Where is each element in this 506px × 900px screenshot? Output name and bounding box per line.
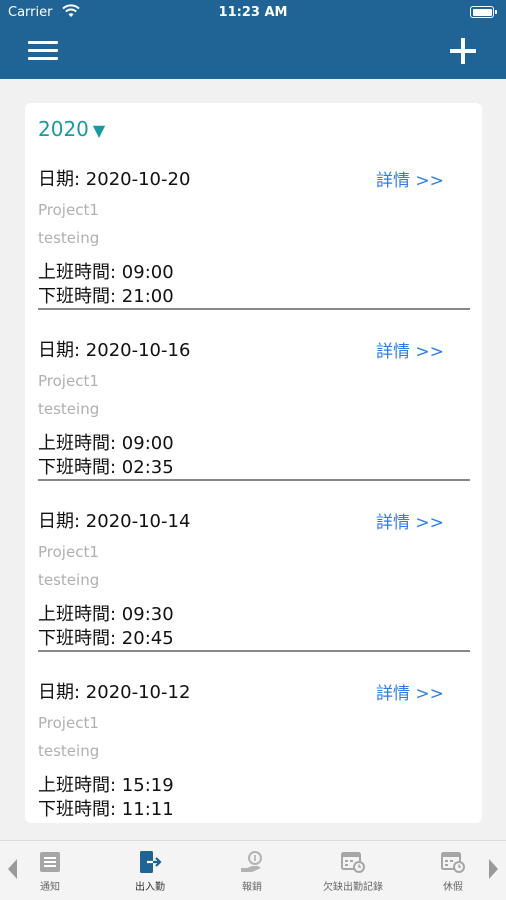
record-project: Project1 [38, 543, 99, 561]
record-note: testeing [38, 400, 100, 418]
clock-in-time: 上班時間: 15:19 [38, 775, 174, 796]
reimbursement-icon [241, 851, 262, 872]
dropdown-arrow-icon: ▼ [92, 121, 106, 140]
detail-link[interactable]: 詳情 >> [376, 166, 444, 191]
menu-bar-line [28, 57, 58, 60]
year-dropdown[interactable]: 2020 ▼ [38, 117, 105, 141]
tab-label: 出入勤 [135, 882, 165, 893]
year-value: 2020 [38, 117, 89, 141]
record-note: testeing [38, 742, 100, 760]
clock-out-time: 下班時間: 20:45 [38, 628, 174, 649]
record-project: Project1 [38, 714, 99, 732]
record-note: testeing [38, 229, 100, 247]
clock-in-time: 上班時間: 09:30 [38, 604, 174, 625]
record-project: Project1 [38, 372, 99, 390]
tab-missing-records[interactable]: 欠缺出勤記錄 [308, 849, 398, 893]
bottom-tab-bar: 通知 出入勤 報銷 欠缺出勤記錄 休假 [0, 840, 506, 900]
detail-link[interactable]: 詳情 >> [376, 679, 444, 704]
tab-label: 報銷 [242, 882, 262, 893]
tab-leave[interactable]: 休假 [408, 849, 498, 893]
app-header: Carrier 11:23 AM [0, 0, 506, 79]
menu-button[interactable] [28, 39, 58, 63]
detail-link[interactable]: 詳情 >> [376, 337, 444, 362]
menu-bar-line [28, 49, 58, 52]
tab-label: 休假 [443, 882, 463, 893]
clock-out-time: 下班時間: 11:11 [38, 799, 174, 820]
record-date: 日期: 2020-10-14 [38, 511, 191, 532]
tab-attendance[interactable]: 出入勤 [105, 849, 195, 893]
tab-notifications[interactable]: 通知 [5, 849, 95, 893]
record-date: 日期: 2020-10-12 [38, 682, 191, 703]
tab-reimbursement[interactable]: 報銷 [207, 849, 297, 893]
record-divider [38, 479, 470, 481]
status-time: 11:23 AM [218, 5, 288, 20]
clock-in-out-icon [140, 851, 162, 873]
leave-icon [441, 852, 465, 873]
record-date: 日期: 2020-10-16 [38, 340, 191, 361]
record-divider [38, 308, 470, 310]
menu-bar-line [28, 41, 58, 44]
tab-label: 通知 [40, 882, 60, 893]
record-project: Project1 [38, 201, 99, 219]
clock-out-time: 下班時間: 02:35 [38, 457, 174, 478]
clock-in-time: 上班時間: 09:00 [38, 262, 174, 283]
add-button[interactable] [450, 38, 476, 64]
detail-link[interactable]: 詳情 >> [376, 508, 444, 533]
attendance-card: 2020 ▼ 日期: 2020-10-20 詳情 >> Project1 test… [25, 103, 482, 823]
clock-in-time: 上班時間: 09:00 [38, 433, 174, 454]
missing-attendance-icon [341, 852, 365, 873]
battery-icon [470, 6, 497, 18]
record-note: testeing [38, 571, 100, 589]
record-divider [38, 650, 470, 652]
tab-label: 欠缺出勤記錄 [323, 882, 383, 893]
record-date: 日期: 2020-10-20 [38, 169, 191, 190]
status-bar: Carrier 11:23 AM [0, 0, 506, 26]
scroll-right-arrow-icon[interactable] [489, 859, 498, 879]
notification-icon [40, 852, 60, 872]
clock-out-time: 下班時間: 21:00 [38, 286, 174, 307]
